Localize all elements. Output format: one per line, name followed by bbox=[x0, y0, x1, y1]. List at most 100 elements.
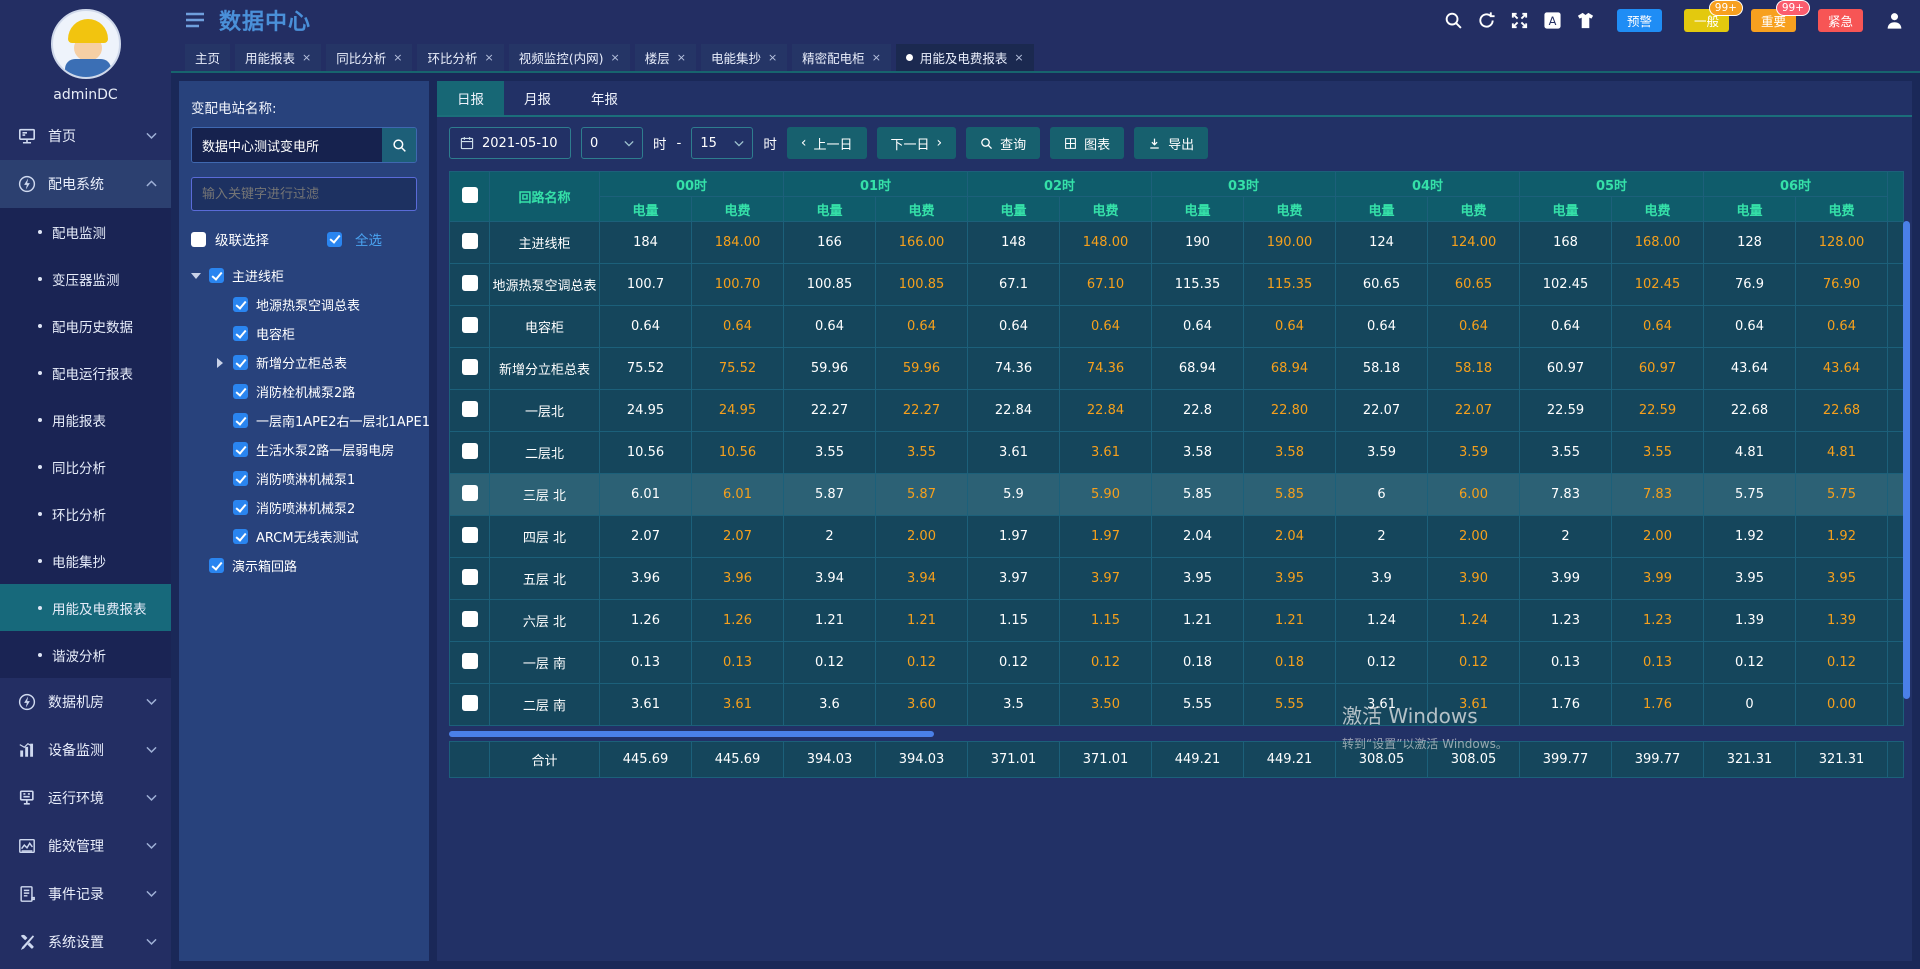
tree-item[interactable]: 主进线柜 bbox=[191, 261, 417, 290]
row-checkbox[interactable] bbox=[462, 569, 478, 585]
report-tab[interactable]: 日报 bbox=[437, 81, 504, 115]
tree-checkbox[interactable] bbox=[233, 442, 248, 457]
next-day-button[interactable]: 下一日 › bbox=[877, 127, 957, 159]
sidebar-group[interactable]: 设备监测 bbox=[0, 726, 171, 774]
header-tab[interactable]: 视频监控(内网)× bbox=[509, 44, 630, 71]
header-tab[interactable]: 精密配电柜× bbox=[792, 44, 891, 71]
row-checkbox[interactable] bbox=[462, 359, 478, 375]
tree-checkbox[interactable] bbox=[233, 413, 248, 428]
tree-checkbox[interactable] bbox=[209, 558, 224, 573]
close-icon[interactable]: × bbox=[302, 51, 311, 64]
report-tab[interactable]: 月报 bbox=[504, 81, 571, 115]
sidebar-subitem[interactable]: 配电历史数据 bbox=[0, 302, 171, 349]
table-row[interactable]: 一层北24.9524.9522.2722.2722.8422.8422.822.… bbox=[450, 390, 1904, 432]
table-row[interactable]: 电容柜0.640.640.640.640.640.640.640.640.640… bbox=[450, 306, 1904, 348]
tree-checkbox[interactable] bbox=[233, 500, 248, 515]
table-row[interactable]: 六层 北1.261.261.211.211.151.151.211.211.24… bbox=[450, 600, 1904, 642]
sidebar-group[interactable]: 运行环境 bbox=[0, 774, 171, 822]
table-row[interactable]: 五层 北3.963.963.943.943.973.973.953.953.93… bbox=[450, 558, 1904, 600]
header-tab[interactable]: 楼层× bbox=[635, 44, 696, 71]
sidebar-subitem[interactable]: 电能集抄 bbox=[0, 537, 171, 584]
header-tab[interactable]: 电能集抄× bbox=[701, 44, 787, 71]
menu-toggle-icon[interactable] bbox=[185, 12, 205, 28]
sidebar-subitem[interactable]: 谐波分析 bbox=[0, 631, 171, 678]
select-all-rows-checkbox[interactable] bbox=[462, 187, 478, 203]
alarm-badge[interactable]: 紧急 bbox=[1818, 9, 1863, 32]
chart-button[interactable]: 图表 bbox=[1050, 127, 1124, 159]
close-icon[interactable]: × bbox=[1014, 51, 1023, 64]
header-tab[interactable]: 用能报表× bbox=[235, 44, 321, 71]
close-icon[interactable]: × bbox=[872, 51, 881, 64]
row-checkbox[interactable] bbox=[462, 233, 478, 249]
tree-checkbox[interactable] bbox=[233, 384, 248, 399]
sidebar-subitem[interactable]: 同比分析 bbox=[0, 443, 171, 490]
query-button[interactable]: 查询 bbox=[966, 127, 1040, 159]
tree-item[interactable]: 消防喷淋机械泵2 bbox=[191, 493, 417, 522]
table-row[interactable]: 四层 北2.072.0722.001.971.972.042.0422.0022… bbox=[450, 516, 1904, 558]
header-tab[interactable]: 主页 bbox=[185, 44, 230, 71]
tree-item[interactable]: 消防栓机械泵2路 bbox=[191, 377, 417, 406]
table-row[interactable]: 主进线柜184184.00166166.00148148.00190190.00… bbox=[450, 222, 1904, 264]
export-button[interactable]: 导出 bbox=[1134, 127, 1208, 159]
tree-item[interactable]: 地源热泵空调总表 bbox=[191, 290, 417, 319]
row-checkbox[interactable] bbox=[462, 527, 478, 543]
sidebar-group[interactable]: 数据机房 bbox=[0, 678, 171, 726]
tree-checkbox[interactable] bbox=[233, 355, 248, 370]
keyword-filter-input[interactable] bbox=[191, 177, 417, 211]
tree-item[interactable]: 电容柜 bbox=[191, 319, 417, 348]
tree-item[interactable]: 一层南1APE2右一层北1APE1左 bbox=[191, 406, 417, 435]
table-row[interactable]: 二层北10.5610.563.553.553.613.613.583.583.5… bbox=[450, 432, 1904, 474]
tree-collapsed-icon[interactable] bbox=[215, 358, 225, 368]
vertical-scrollbar[interactable] bbox=[1903, 221, 1910, 699]
row-checkbox[interactable] bbox=[462, 653, 478, 669]
close-icon[interactable]: × bbox=[677, 51, 686, 64]
sidebar-group[interactable]: 系统设置 bbox=[0, 918, 171, 966]
date-picker[interactable]: 2021-05-10 bbox=[449, 127, 571, 159]
sidebar-subitem[interactable]: 环比分析 bbox=[0, 490, 171, 537]
prev-day-button[interactable]: ‹ 上一日 bbox=[787, 127, 867, 159]
station-input[interactable] bbox=[192, 128, 382, 162]
alarm-badge[interactable]: 重要99+ bbox=[1751, 9, 1796, 32]
translate-icon[interactable]: A bbox=[1543, 11, 1562, 30]
close-icon[interactable]: × bbox=[485, 51, 494, 64]
horizontal-scrollbar[interactable] bbox=[449, 731, 934, 737]
tree-item[interactable]: 演示箱回路 bbox=[191, 551, 417, 580]
hour-to-select[interactable]: 15 bbox=[691, 127, 753, 159]
sidebar-subitem[interactable]: 用能及电费报表 bbox=[0, 584, 171, 631]
hour-from-select[interactable]: 0 bbox=[581, 127, 643, 159]
theme-icon[interactable] bbox=[1576, 11, 1595, 30]
tree-item[interactable]: ARCM无线表测试 bbox=[191, 522, 417, 551]
alarm-badge[interactable]: 预警 bbox=[1617, 9, 1662, 32]
table-row[interactable]: 地源热泵空调总表100.7100.70100.85100.8567.167.10… bbox=[450, 264, 1904, 306]
row-checkbox[interactable] bbox=[462, 401, 478, 417]
cascade-checkbox[interactable] bbox=[191, 232, 206, 247]
close-icon[interactable]: × bbox=[610, 51, 619, 64]
sidebar-group[interactable]: 事件记录 bbox=[0, 870, 171, 918]
tree-item[interactable]: 新增分立柜总表 bbox=[191, 348, 417, 377]
search-icon[interactable] bbox=[1444, 11, 1463, 30]
tree-item[interactable]: 消防喷淋机械泵1 bbox=[191, 464, 417, 493]
tree-expanded-icon[interactable] bbox=[191, 273, 201, 279]
station-search-button[interactable] bbox=[382, 128, 416, 162]
tree-item[interactable]: 生活水泵2路一层弱电房 bbox=[191, 435, 417, 464]
user-icon[interactable] bbox=[1885, 11, 1904, 30]
row-checkbox[interactable] bbox=[462, 443, 478, 459]
select-all-checkbox[interactable] bbox=[327, 232, 342, 247]
header-tab[interactable]: 用能及电费报表× bbox=[896, 44, 1034, 71]
sidebar-subitem[interactable]: 变压器监测 bbox=[0, 255, 171, 302]
row-checkbox[interactable] bbox=[462, 695, 478, 711]
sidebar-group[interactable]: 首页 bbox=[0, 112, 171, 160]
row-checkbox[interactable] bbox=[462, 317, 478, 333]
avatar[interactable] bbox=[51, 9, 121, 79]
row-checkbox[interactable] bbox=[462, 485, 478, 501]
tree-checkbox[interactable] bbox=[233, 297, 248, 312]
sidebar-subitem[interactable]: 配电监测 bbox=[0, 208, 171, 255]
header-tab[interactable]: 同比分析× bbox=[326, 44, 412, 71]
refresh-icon[interactable] bbox=[1477, 11, 1496, 30]
alarm-badge[interactable]: 一般99+ bbox=[1684, 9, 1729, 32]
sidebar-group[interactable]: 能效管理 bbox=[0, 822, 171, 870]
table-row[interactable]: 二层 南3.613.613.63.603.53.505.555.553.613.… bbox=[450, 684, 1904, 726]
tree-checkbox[interactable] bbox=[209, 268, 224, 283]
sidebar-subitem[interactable]: 配电运行报表 bbox=[0, 349, 171, 396]
table-row[interactable]: 三层 北6.016.015.875.875.95.905.855.8566.00… bbox=[450, 474, 1904, 516]
